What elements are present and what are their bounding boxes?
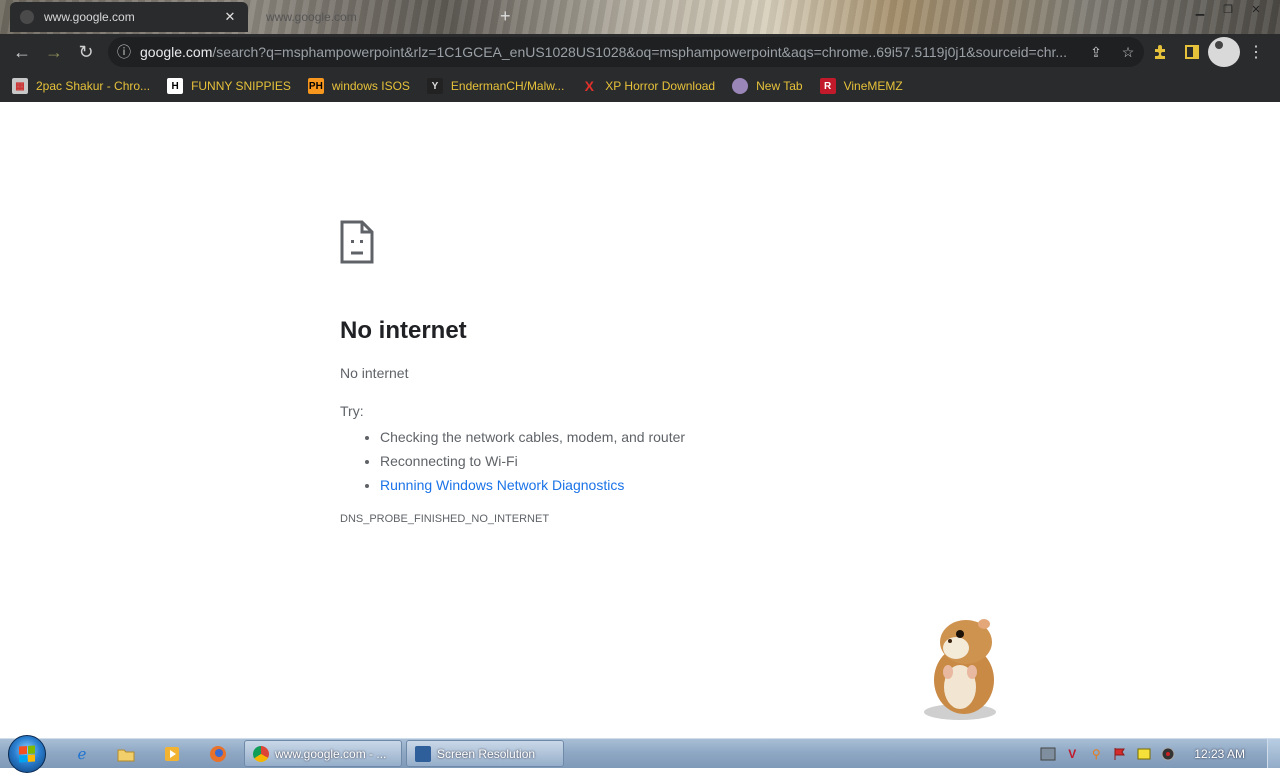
h-logo-icon: H bbox=[167, 78, 184, 94]
error-subtext: No internet bbox=[340, 365, 409, 381]
file-explorer-icon[interactable] bbox=[114, 742, 138, 766]
url-text[interactable]: google.com/search?q=msphampowerpoint&rlz… bbox=[140, 44, 1080, 60]
volume-tray-icon[interactable] bbox=[1158, 745, 1178, 763]
tab-title: www.google.com bbox=[266, 10, 357, 24]
side-panel-icon[interactable] bbox=[1176, 37, 1208, 67]
avatar-icon bbox=[1208, 37, 1240, 67]
page-title: No internet bbox=[340, 317, 467, 344]
suggestion-list: Checking the network cables, modem, and … bbox=[340, 425, 1040, 497]
bookmark-item[interactable]: PH windows ISOS bbox=[307, 78, 410, 94]
v-tray-icon[interactable]: V bbox=[1062, 745, 1082, 763]
firefox-icon[interactable] bbox=[206, 742, 230, 766]
tab-active[interactable]: www.google.com ✕ bbox=[10, 2, 248, 32]
start-button[interactable] bbox=[8, 735, 46, 773]
x-logo-icon: X bbox=[584, 78, 594, 94]
url-path: /search?q=msphampowerpoint&rlz=1C1GCEA_e… bbox=[212, 44, 1068, 60]
tab-inactive[interactable]: www.google.com bbox=[256, 2, 456, 32]
bookmark-item[interactable]: X XP Horror Download bbox=[581, 78, 716, 94]
window-controls: ▁ ❐ ✕ bbox=[1186, 0, 1270, 18]
taskbar-item-label: www.google.com - ... bbox=[275, 746, 387, 761]
menu-kebab-icon[interactable]: ⋮ bbox=[1240, 37, 1272, 67]
browser-toolbar: ← → ↻ ⓘ google.com/search?q=msphampowerp… bbox=[0, 34, 1280, 70]
title-bar: www.google.com ✕ www.google.com + ▁ ❐ ✕ bbox=[0, 0, 1280, 34]
address-bar[interactable]: ⓘ google.com/search?q=msphampowerpoint&r… bbox=[108, 37, 1144, 67]
error-code: DNS_PROBE_FINISHED_NO_INTERNET bbox=[340, 513, 550, 525]
bookmark-label: FUNNY SNIPPIES bbox=[191, 79, 291, 93]
minimize-icon[interactable]: ▁ bbox=[1186, 0, 1214, 18]
tab-favicon-icon bbox=[20, 10, 34, 24]
clock[interactable]: 12:23 AM bbox=[1194, 747, 1245, 761]
list-item: Reconnecting to Wi-Fi bbox=[380, 449, 1040, 473]
bookmark-item[interactable]: Y EndermanCH/Malw... bbox=[426, 78, 565, 94]
close-window-icon[interactable]: ✕ bbox=[1242, 0, 1270, 18]
diagnostics-link[interactable]: Running Windows Network Diagnostics bbox=[380, 477, 624, 493]
r-logo-icon: R bbox=[819, 78, 836, 94]
windows-taskbar: ℯ www.google.com - ... Screen Resolution… bbox=[0, 735, 1280, 773]
display-settings-icon bbox=[415, 745, 431, 762]
try-label: Try: bbox=[340, 403, 364, 419]
ph-logo-icon: PH bbox=[307, 78, 324, 94]
show-desktop-button[interactable] bbox=[1267, 739, 1280, 768]
bookmark-item[interactable]: New Tab bbox=[732, 78, 803, 94]
url-host: google.com bbox=[140, 44, 213, 60]
profile-avatar[interactable] bbox=[1208, 37, 1240, 67]
bookmark-label: XP Horror Download bbox=[605, 79, 716, 93]
media-player-icon[interactable] bbox=[160, 742, 184, 766]
calendar-icon: ▦ bbox=[12, 78, 28, 94]
forward-arrow-icon[interactable]: → bbox=[38, 36, 70, 68]
bookmark-item[interactable]: H FUNNY SNIPPIES bbox=[167, 78, 291, 94]
toolbar-right: ⋮ bbox=[1144, 37, 1272, 67]
bookmark-label: EndermanCH/Malw... bbox=[450, 79, 565, 93]
windows-flag-icon bbox=[19, 745, 35, 763]
back-arrow-icon[interactable]: ← bbox=[6, 36, 38, 68]
network-icon[interactable] bbox=[1038, 745, 1058, 763]
restore-icon[interactable]: ❐ bbox=[1214, 0, 1242, 18]
bookmark-item[interactable]: ▦ 2pac Shakur - Chro... bbox=[12, 78, 150, 94]
taskbar-item-label: Screen Resolution bbox=[437, 746, 536, 761]
tab-close-icon[interactable]: ✕ bbox=[222, 9, 238, 25]
bookmark-label: New Tab bbox=[756, 79, 803, 93]
list-item: Running Windows Network Diagnostics bbox=[380, 473, 1040, 497]
bookmark-label: windows ISOS bbox=[331, 79, 410, 93]
hamster-image bbox=[924, 619, 996, 720]
sad-document-icon bbox=[340, 220, 374, 264]
globe-icon bbox=[732, 78, 749, 94]
tab-title: www.google.com bbox=[44, 10, 135, 24]
notification-tray-icon[interactable] bbox=[1134, 745, 1154, 763]
bookmarks-bar: ▦ 2pac Shakur - Chro... H FUNNY SNIPPIES… bbox=[0, 70, 1280, 102]
taskbar-item-chrome[interactable]: www.google.com - ... bbox=[244, 740, 402, 767]
bookmark-star-icon[interactable]: ☆ bbox=[1112, 44, 1144, 61]
reload-icon[interactable]: ↻ bbox=[70, 36, 102, 68]
extensions-puzzle-icon[interactable] bbox=[1144, 37, 1176, 67]
error-page: No internet No internet Try: Checking th… bbox=[340, 220, 1040, 525]
new-tab-button[interactable]: + bbox=[500, 6, 511, 27]
share-icon[interactable]: ⇪ bbox=[1080, 44, 1112, 61]
bookmark-item[interactable]: R VineMEMZ bbox=[819, 78, 903, 94]
internet-explorer-icon[interactable]: ℯ bbox=[70, 742, 94, 766]
youtube-logo-icon: Y bbox=[426, 78, 443, 94]
site-info-icon[interactable]: ⓘ bbox=[108, 42, 140, 62]
bookmark-label: 2pac Shakur - Chro... bbox=[36, 79, 151, 93]
list-item: Checking the network cables, modem, and … bbox=[380, 425, 1040, 449]
chrome-icon bbox=[253, 745, 269, 762]
bookmark-label: VineMEMZ bbox=[843, 79, 903, 93]
search-tray-icon[interactable]: ⚲ bbox=[1086, 745, 1106, 763]
taskbar-item-screen-resolution[interactable]: Screen Resolution bbox=[406, 740, 564, 767]
flag-tray-icon[interactable] bbox=[1110, 745, 1130, 763]
system-tray: V ⚲ 12:23 AM bbox=[1036, 739, 1280, 768]
